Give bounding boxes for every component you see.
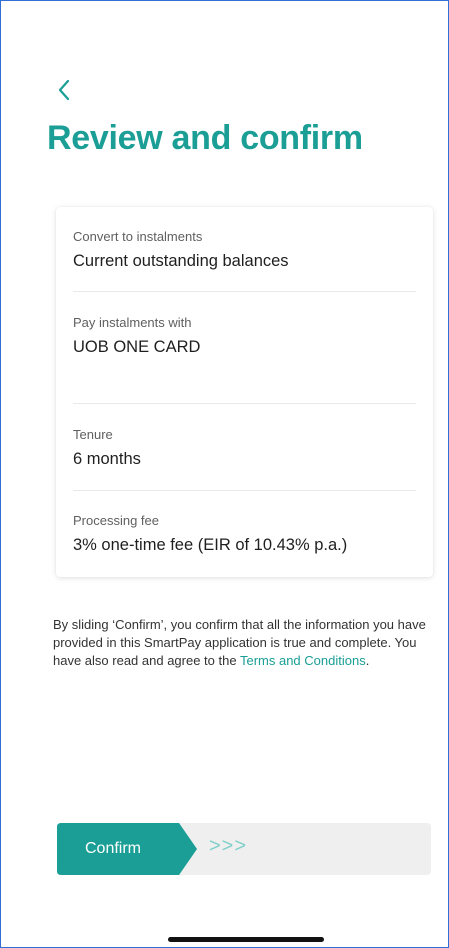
- summary-row-processing-fee: Processing fee 3% one-time fee (EIR of 1…: [73, 513, 416, 555]
- back-button[interactable]: [51, 77, 77, 103]
- summary-row-value: 3% one-time fee (EIR of 10.43% p.a.): [73, 536, 348, 554]
- summary-row-value: Current outstanding balances: [73, 252, 289, 270]
- chevron-left-icon: [58, 79, 70, 101]
- triple-chevron-right-icon: >>>: [209, 835, 248, 857]
- app-screen: Review and confirm Convert to instalment…: [0, 0, 449, 948]
- summary-row-value: UOB ONE CARD: [73, 338, 201, 356]
- slide-to-confirm-handle[interactable]: Confirm: [57, 823, 207, 875]
- summary-row-value: 6 months: [73, 450, 141, 468]
- summary-row-label: Tenure: [73, 427, 113, 442]
- summary-row-pay-with: Pay instalments with UOB ONE CARD: [73, 315, 416, 357]
- terms-and-conditions-link[interactable]: Terms and Conditions: [240, 653, 366, 668]
- summary-card: Convert to instalments Current outstandi…: [56, 207, 433, 577]
- summary-row-label: Pay instalments with: [73, 315, 192, 330]
- summary-row-convert: Convert to instalments Current outstandi…: [73, 229, 416, 271]
- page-title: Review and confirm: [47, 119, 363, 157]
- home-indicator[interactable]: [168, 937, 324, 942]
- disclaimer-text: By sliding ‘Confirm’, you confirm that a…: [53, 616, 438, 670]
- summary-row-label: Convert to instalments: [73, 229, 203, 244]
- divider: [73, 403, 416, 404]
- summary-row-label: Processing fee: [73, 513, 159, 528]
- confirm-label: Confirm: [85, 840, 142, 857]
- divider: [73, 490, 416, 491]
- slide-to-confirm-track[interactable]: Confirm >>>: [57, 823, 431, 875]
- summary-row-tenure: Tenure 6 months: [73, 427, 416, 469]
- divider: [73, 291, 416, 292]
- disclaimer-suffix: .: [365, 653, 370, 668]
